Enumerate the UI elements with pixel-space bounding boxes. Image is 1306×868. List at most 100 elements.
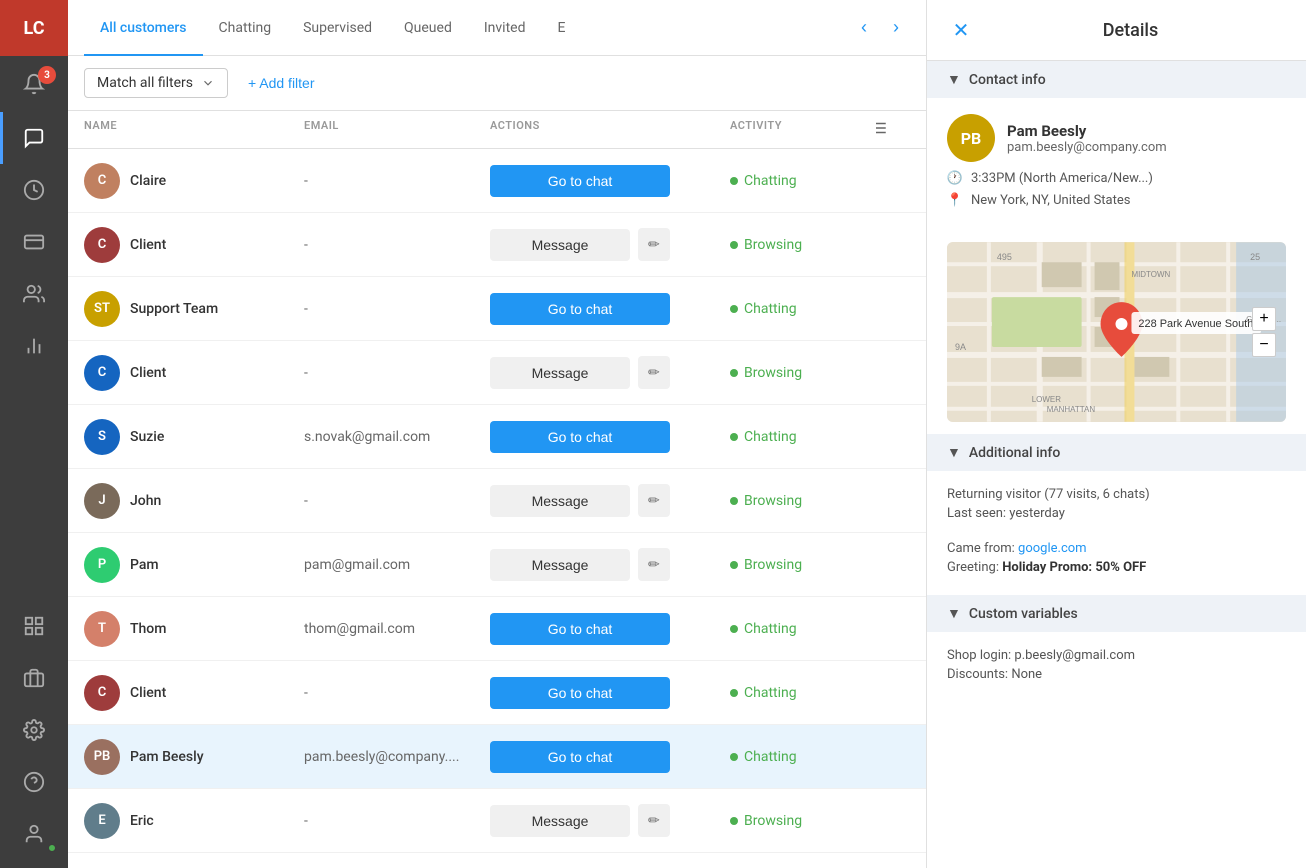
chevron-down-icon [201, 76, 215, 90]
activity-cell: Browsing [730, 237, 870, 253]
go-to-chat-button[interactable]: Go to chat [490, 613, 670, 645]
table-row[interactable]: C Client - Go to chat Chatting [68, 661, 926, 725]
came-from-link[interactable]: google.com [1018, 541, 1087, 556]
go-to-chat-button[interactable]: Go to chat [490, 421, 670, 453]
contact-email: pam.beesly@company.com [1007, 140, 1167, 155]
activity-text: Chatting [744, 429, 797, 445]
edit-button[interactable]: ✏ [638, 804, 670, 837]
last-seen-info: Last seen: yesterday [947, 506, 1286, 521]
status-dot [730, 305, 738, 313]
additional-info-label: Additional info [969, 445, 1060, 461]
avatar: PB [84, 739, 120, 775]
sidebar-item-help[interactable] [0, 756, 68, 808]
table-row[interactable]: PB Pam Beesly pam.beesly@company.... Go … [68, 725, 926, 789]
custom-variables-section-header[interactable]: ▼ Custom variables [927, 595, 1306, 632]
svg-text:MANHATTAN: MANHATTAN [1047, 405, 1096, 414]
activity-text: Browsing [744, 493, 802, 509]
email-cell: - [304, 301, 490, 317]
additional-info-section-header[interactable]: ▼ Additional info [927, 434, 1306, 471]
table-row[interactable]: P Pam pam@gmail.com Message ✏ Browsing [68, 533, 926, 597]
message-button[interactable]: Message [490, 805, 630, 837]
activity-text: Chatting [744, 685, 797, 701]
sidebar-item-history[interactable] [0, 164, 68, 216]
customer-name-cell: C Claire [84, 163, 304, 199]
activity-cell: Chatting [730, 621, 870, 637]
customer-name: Suzie [130, 429, 164, 445]
message-button[interactable]: Message [490, 485, 630, 517]
tab-all-customers[interactable]: All customers [84, 0, 203, 56]
header-name: NAME [84, 119, 304, 140]
tab-e[interactable]: E [541, 0, 581, 56]
filter-dropdown[interactable]: Match all filters [84, 68, 228, 98]
edit-button[interactable]: ✏ [638, 548, 670, 581]
tab-supervised[interactable]: Supervised [287, 0, 388, 56]
tab-chatting[interactable]: Chatting [203, 0, 288, 56]
table-row[interactable]: C Claire - Go to chat Chatting [68, 149, 926, 213]
tab-prev-button[interactable]: ‹ [850, 14, 878, 42]
panel-title: Details [975, 20, 1286, 41]
message-button[interactable]: Message [490, 549, 630, 581]
sidebar-item-chats[interactable] [0, 112, 68, 164]
customer-name: Eric [130, 813, 154, 829]
avatar: ST [84, 291, 120, 327]
contact-time: 3:33PM (North America/New...) [971, 171, 1153, 186]
email-cell: - [304, 493, 490, 509]
table-body: C Claire - Go to chat Chatting C Client … [68, 149, 926, 853]
message-button[interactable]: Message [490, 357, 630, 389]
go-to-chat-button[interactable]: Go to chat [490, 165, 670, 197]
go-to-chat-button[interactable]: Go to chat [490, 293, 670, 325]
edit-button[interactable]: ✏ [638, 228, 670, 261]
customer-name-cell: S Suzie [84, 419, 304, 455]
table-row[interactable]: E Eric - Message ✏ Browsing [68, 789, 926, 853]
tab-invited[interactable]: Invited [468, 0, 542, 56]
tab-queued[interactable]: Queued [388, 0, 468, 56]
sidebar-item-user-status[interactable] [0, 808, 68, 860]
map-zoom-in-button[interactable]: + [1252, 307, 1276, 331]
activity-cell: Chatting [730, 301, 870, 317]
map-svg: 228 Park Avenue South 9A 25 495 LOWER MA… [947, 242, 1286, 422]
add-filter-button[interactable]: + Add filter [240, 69, 323, 97]
table-row[interactable]: C Client - Message ✏ Browsing [68, 213, 926, 277]
customer-name-cell: T Thom [84, 611, 304, 647]
logo[interactable]: LC [0, 0, 68, 56]
sidebar-item-settings[interactable] [0, 704, 68, 756]
message-button[interactable]: Message [490, 229, 630, 261]
go-to-chat-button[interactable]: Go to chat [490, 741, 670, 773]
email-cell: - [304, 365, 490, 381]
table-row[interactable]: J John - Message ✏ Browsing [68, 469, 926, 533]
avatar: C [84, 163, 120, 199]
table-row[interactable]: S Suzie s.novak@gmail.com Go to chat Cha… [68, 405, 926, 469]
map-zoom-out-button[interactable]: − [1252, 333, 1276, 357]
header-email: EMAIL [304, 119, 490, 140]
customer-name: John [130, 493, 161, 509]
sidebar-item-apps[interactable] [0, 600, 68, 652]
sidebar-item-campaigns[interactable] [0, 652, 68, 704]
edit-button[interactable]: ✏ [638, 356, 670, 389]
actions-cell: Message ✏ [490, 356, 730, 389]
header-extra[interactable] [870, 119, 910, 140]
go-to-chat-button[interactable]: Go to chat [490, 677, 670, 709]
table-row[interactable]: C Client - Message ✏ Browsing [68, 341, 926, 405]
svg-text:MIDTOWN: MIDTOWN [1131, 270, 1170, 279]
email-cell: - [304, 237, 490, 253]
customer-name: Support Team [130, 301, 218, 317]
right-panel: ✕ Details ▼ Contact info PB Pam Beesly p… [926, 0, 1306, 868]
activity-text: Browsing [744, 813, 802, 829]
discounts-info: Discounts: None [947, 667, 1286, 682]
sidebar-item-reports[interactable] [0, 320, 68, 372]
sidebar: LC 3 [0, 0, 68, 868]
notifications-button[interactable]: 3 [0, 56, 68, 112]
table-row[interactable]: T Thom thom@gmail.com Go to chat Chattin… [68, 597, 926, 661]
customer-name-cell: PB Pam Beesly [84, 739, 304, 775]
chevron-down-icon-additional: ▼ [947, 444, 961, 461]
edit-button[interactable]: ✏ [638, 484, 670, 517]
table-row[interactable]: ST Support Team - Go to chat Chatting [68, 277, 926, 341]
shop-login-info: Shop login: p.beesly@gmail.com [947, 648, 1286, 663]
sidebar-item-tickets[interactable] [0, 216, 68, 268]
tab-next-button[interactable]: › [882, 14, 910, 42]
panel-close-button[interactable]: ✕ [947, 16, 975, 44]
sidebar-item-team[interactable] [0, 268, 68, 320]
activity-cell: Chatting [730, 429, 870, 445]
contact-info-section-header[interactable]: ▼ Contact info [927, 61, 1306, 98]
activity-cell: Browsing [730, 493, 870, 509]
